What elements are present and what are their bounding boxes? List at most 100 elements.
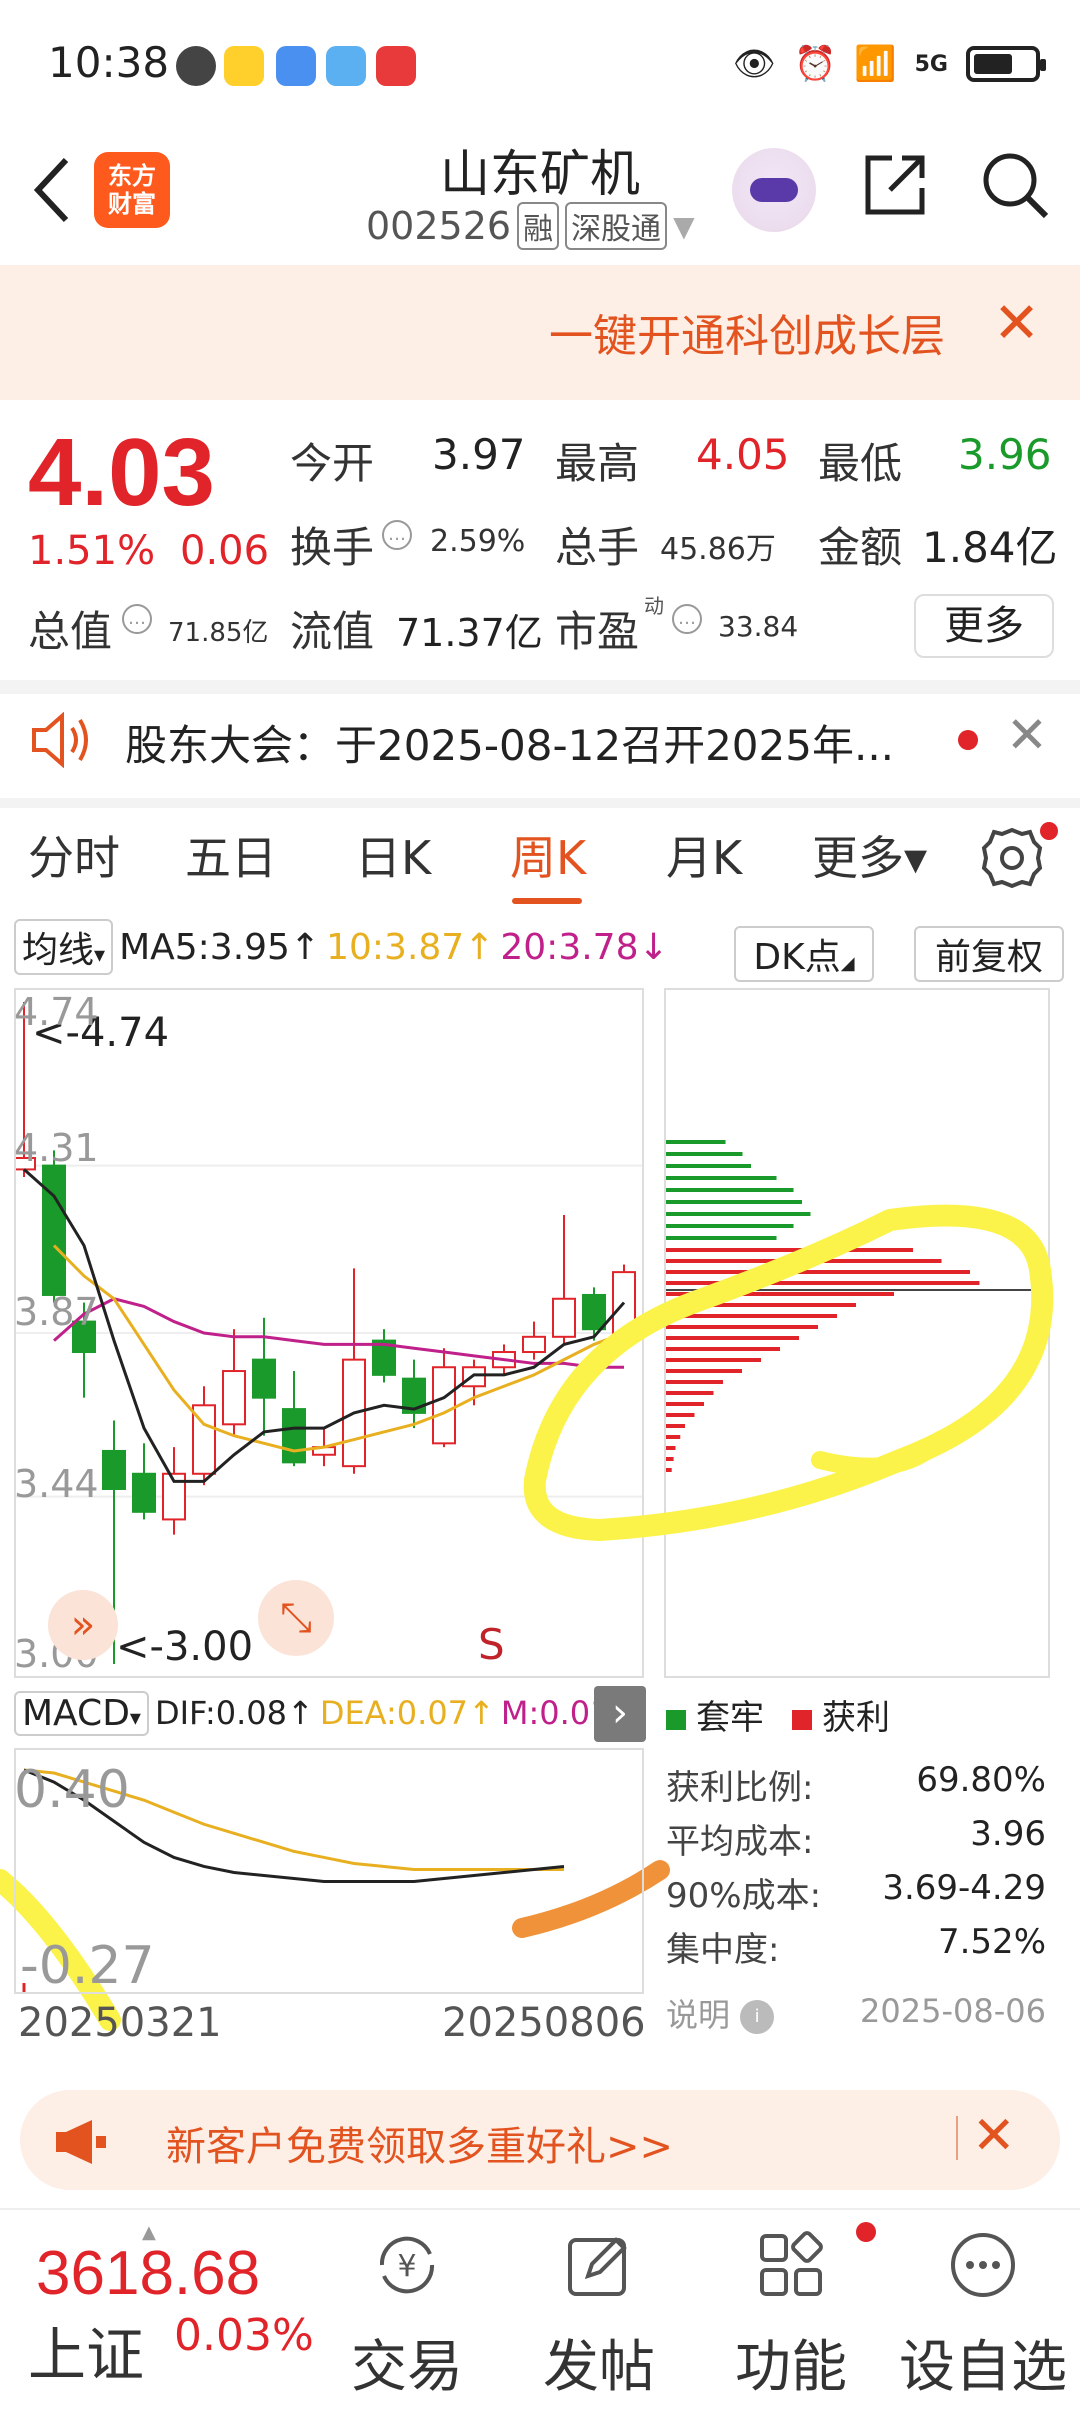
index-percent[interactable]: 0.03% — [174, 2310, 314, 2361]
promo-text[interactable]: 一键开通科创成长层 — [549, 300, 945, 364]
battery-icon — [966, 46, 1046, 82]
back-button[interactable] — [28, 150, 78, 230]
more-quote-button[interactable]: 更多 — [914, 594, 1054, 658]
dk-point-button[interactable]: DK点◢ — [734, 926, 874, 982]
ma-selector[interactable]: 均线▾ — [14, 919, 114, 975]
candle-body — [42, 1164, 66, 1296]
x-end-date: 20250806 — [442, 2000, 646, 2046]
promo-close-button[interactable]: ✕ — [993, 296, 1040, 352]
status-time: 10:38 — [48, 38, 170, 87]
chip-legend: 套牢 获利 — [666, 1690, 890, 1739]
gift-text[interactable]: 新客户免费领取多重好礼>> — [166, 2114, 673, 2172]
legend-loss-label: 套牢 — [696, 1698, 764, 1738]
stat-value-90-cost: 3.69-4.29 — [882, 1868, 1046, 1908]
notice-unread-dot — [958, 730, 978, 750]
index-name[interactable]: 上证 — [28, 2308, 144, 2392]
gift-close-button[interactable]: ✕ — [972, 2110, 1016, 2162]
chip-distribution-chart[interactable] — [664, 988, 1050, 1678]
tab-more[interactable]: 更多▾ — [812, 822, 927, 888]
eye-icon: 👁 — [732, 44, 776, 84]
mktcap-info-icon[interactable]: … — [122, 604, 152, 634]
assistant-avatar[interactable] — [732, 148, 816, 232]
kline-chart[interactable]: <-4.74 <-3.00 4.74 4.31 3.87 3.44 3.00 S… — [12, 988, 644, 1678]
chip-profit-bar — [666, 1435, 681, 1439]
adjust-button[interactable]: 前复权 — [914, 926, 1064, 982]
tab-intraday[interactable]: 分时 — [28, 822, 120, 888]
pe-info-icon[interactable]: … — [672, 604, 702, 634]
legend-profit: 获利 — [792, 1690, 890, 1739]
chart-settings-button[interactable] — [980, 826, 1044, 890]
chip-profit-bar — [666, 1446, 676, 1450]
nav-add-watchlist[interactable]: 设自选 — [898, 2230, 1068, 2403]
amount-value: 1.84亿 — [922, 523, 1058, 572]
tab-daily-k[interactable]: 日K — [355, 822, 431, 888]
dea-value: DEA:0.07↑ — [319, 1694, 495, 1732]
dif-value: DIF:0.08↑ — [154, 1694, 314, 1732]
wifi-icon: 📶 — [854, 44, 897, 84]
yen-cycle-icon: ¥ — [379, 2236, 435, 2294]
notice-text[interactable]: 股东大会：于2025-08-12召开2025年... — [125, 712, 905, 773]
chevron-left-icon — [33, 157, 69, 223]
ma-indicator-row: 均线▾ MA5:3.95↑ 10:3.87↑ 20:3.78↓ — [14, 919, 669, 975]
macd-selector[interactable]: MACD▾ — [14, 1690, 149, 1736]
macd-indicator-row: MACD▾ DIF:0.08↑ DEA:0.07↑ M:0.01↑ — [14, 1684, 637, 1742]
nav-functions[interactable]: 功能 — [706, 2230, 876, 2403]
macd-axis-top: 0.40 — [14, 1760, 130, 1820]
status-icons: 👁 ⏰ 📶 5G — [732, 44, 1046, 84]
x-start-date: 20250321 — [18, 2000, 222, 2046]
macd-selector-label: MACD — [22, 1692, 130, 1734]
float-label: 流值 — [290, 607, 375, 656]
expand-arrows-button[interactable]: » — [48, 1590, 118, 1660]
y-tick-1: 4.74 — [14, 990, 99, 1034]
eastmoney-logo[interactable]: 东方 财富 — [94, 152, 170, 228]
chip-profit-bar — [666, 1325, 818, 1329]
pe-value: 33.84 — [718, 610, 799, 643]
settings-badge-dot — [1040, 822, 1058, 840]
chip-loss-bar — [666, 1236, 777, 1240]
ma10-value: 10:3.87↑ — [326, 926, 495, 968]
high-value: 4.05 — [696, 430, 790, 479]
macd-next-button[interactable]: › — [594, 1686, 646, 1742]
tab-five-day[interactable]: 五日 — [185, 822, 277, 888]
netease-music-icon — [376, 46, 416, 86]
chip-help-link[interactable]: 说明 i — [666, 1990, 775, 2036]
nav-add-watchlist-label: 设自选 — [899, 2335, 1067, 2400]
high-label: 最高 — [555, 439, 640, 488]
notice-close-button[interactable]: ✕ — [1006, 710, 1048, 760]
chip-profit-bar — [666, 1292, 894, 1296]
mktcap-value: 71.85亿 — [168, 618, 269, 648]
candle-body — [522, 1335, 546, 1354]
nav-post[interactable]: 发帖 — [514, 2230, 684, 2403]
tab-monthly-k[interactable]: 月K — [666, 822, 742, 888]
megaphone-icon — [52, 2116, 108, 2168]
nav-post-label: 发帖 — [543, 2335, 655, 2400]
ma5-value: MA5:3.95↑ — [119, 926, 321, 968]
open-label: 今开 — [290, 439, 375, 488]
y-tick-4: 3.44 — [14, 1462, 99, 1506]
message-icon — [276, 46, 316, 86]
volume-label: 总手 — [555, 523, 640, 572]
index-value[interactable]: 3618.68 — [36, 2238, 260, 2309]
tab-weekly-k[interactable]: 周K — [510, 822, 586, 888]
y-tick-2: 4.31 — [14, 1126, 99, 1170]
stat-value-profit-ratio: 69.80% — [916, 1760, 1046, 1800]
sell-signal-marker[interactable]: S — [478, 1620, 505, 1669]
chip-loss-bar — [666, 1224, 794, 1228]
fullscreen-button[interactable]: ⤡ — [258, 1580, 334, 1656]
stock-code-row[interactable]: 002526 融 深股通 ▼ — [366, 202, 695, 250]
candle-body — [132, 1472, 156, 1513]
candle-body — [462, 1366, 486, 1388]
divider — [0, 680, 1080, 694]
chip-loss-bar — [666, 1200, 802, 1204]
amount-label: 金额 — [818, 523, 903, 572]
change-percent: 1.51% — [28, 528, 156, 574]
macd-chart[interactable]: 0.40 -0.27 — [14, 1748, 644, 2120]
turnover-info-icon[interactable]: … — [382, 520, 412, 550]
search-button[interactable] — [980, 150, 1050, 220]
kline-svg — [12, 1002, 642, 1664]
candle-body — [222, 1370, 246, 1426]
functions-badge-dot — [856, 2222, 876, 2242]
legend-loss: 套牢 — [666, 1690, 764, 1739]
share-button[interactable] — [862, 152, 928, 218]
nav-trade[interactable]: ¥ 交易 — [322, 2230, 492, 2403]
